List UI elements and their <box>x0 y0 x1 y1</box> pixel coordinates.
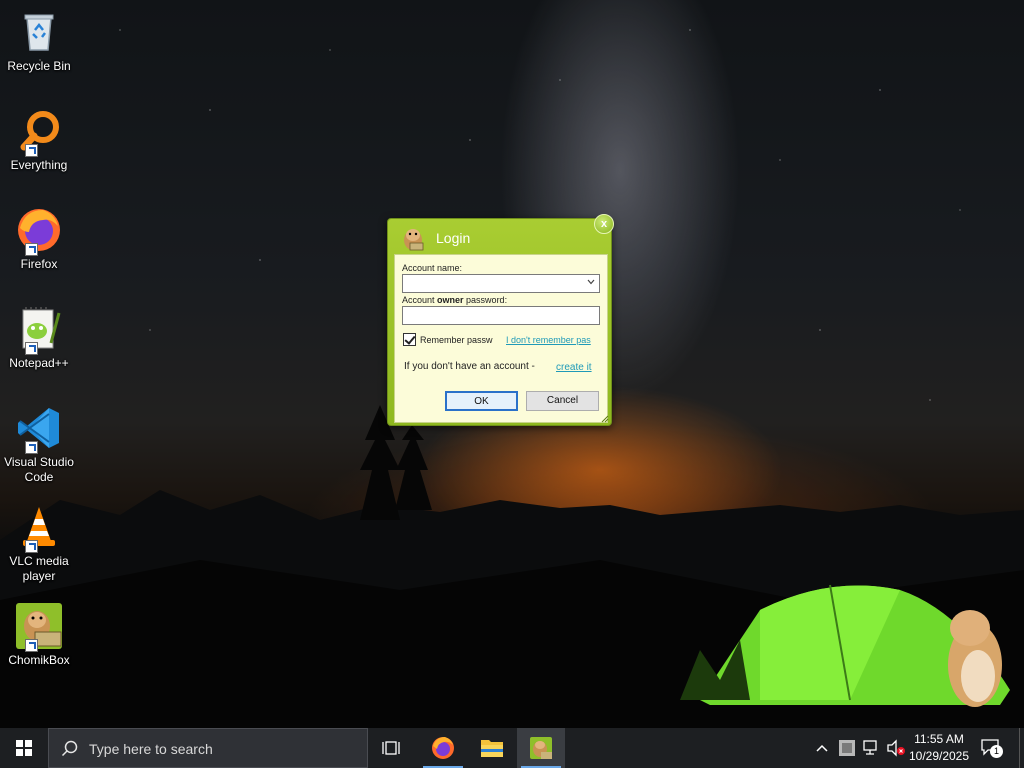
ok-button[interactable]: OK <box>445 391 518 411</box>
taskbar-firefox-button[interactable] <box>419 728 467 768</box>
desktop-icon-firefox[interactable]: Firefox <box>2 202 76 272</box>
shortcut-arrow-icon <box>25 540 38 553</box>
desktop-icon-label: VLC media player <box>9 554 69 583</box>
login-dialog: x Login Account name: Account owner pass… <box>387 214 614 426</box>
action-center-button[interactable]: 1 <box>980 738 1004 760</box>
shortcut-arrow-icon <box>25 342 38 355</box>
show-desktop-button[interactable] <box>1019 728 1024 768</box>
taskbar: Type here to search 11:55 AM 10/29/2025 … <box>0 728 1024 768</box>
account-name-combobox[interactable] <box>402 274 600 293</box>
firefox-icon <box>432 737 454 759</box>
everything-icon <box>15 107 63 157</box>
account-name-label: Account name: <box>402 263 463 273</box>
search-placeholder: Type here to search <box>89 741 213 757</box>
recycle-bin-icon <box>15 8 63 56</box>
chomikbox-hamster-icon <box>401 225 425 251</box>
resize-grip-icon[interactable] <box>601 415 609 423</box>
volume-muted-icon[interactable] <box>886 739 906 757</box>
dialog-close-button[interactable]: x <box>594 214 614 234</box>
task-view-icon <box>382 741 400 755</box>
no-account-text: If you don't have an account - <box>404 361 535 372</box>
desktop-icon-label: Notepad++ <box>9 356 69 370</box>
chevron-down-icon[interactable] <box>587 278 595 286</box>
shortcut-arrow-icon <box>25 441 38 454</box>
remember-password-checkbox[interactable] <box>403 333 416 346</box>
desktop-icon-vlc[interactable]: VLC media player <box>2 499 76 584</box>
firefox-icon <box>15 206 63 256</box>
password-field[interactable] <box>402 306 600 325</box>
shortcut-arrow-icon <box>25 243 38 256</box>
cancel-button[interactable]: Cancel <box>526 391 599 411</box>
create-account-link[interactable]: create it <box>556 362 592 373</box>
desktop-icon-label: Everything <box>10 158 68 172</box>
remember-password-label[interactable]: Remember passw <box>420 335 498 345</box>
chomikbox-icon <box>530 737 552 759</box>
desktop-icon-label: Firefox <box>20 257 58 271</box>
vscode-icon <box>15 404 63 454</box>
desktop-icon-label: Visual Studio Code <box>4 455 74 484</box>
desktop-icon-everything[interactable]: Everything <box>2 103 76 173</box>
tray-app-icon[interactable] <box>838 739 856 757</box>
password-label: Account owner password: <box>402 295 508 305</box>
windows-logo-icon <box>16 740 32 756</box>
start-button[interactable] <box>0 728 48 768</box>
taskbar-search-box[interactable]: Type here to search <box>48 728 368 768</box>
desktop-icon-notepad-plus-plus[interactable]: Notepad++ <box>2 301 76 371</box>
forgot-password-link[interactable]: I don't remember pas <box>506 335 603 345</box>
task-view-button[interactable] <box>368 728 416 768</box>
taskbar-file-explorer-button[interactable] <box>468 728 516 768</box>
desktop-icon-recycle-bin[interactable]: Recycle Bin <box>2 4 76 74</box>
taskbar-chomikbox-button[interactable] <box>517 728 565 768</box>
network-icon[interactable] <box>862 739 882 757</box>
desktop-icon-chomikbox[interactable]: ChomikBox <box>2 598 76 668</box>
desktop-icon-vscode[interactable]: Visual Studio Code <box>2 400 76 485</box>
notification-count-badge: 1 <box>990 745 1003 758</box>
notepad-plus-plus-icon <box>15 305 63 355</box>
clock-date[interactable]: 10/29/2025 <box>904 749 974 763</box>
desktop-icon-label: Recycle Bin <box>7 59 71 73</box>
shortcut-arrow-icon <box>25 639 38 652</box>
chomikbox-icon <box>15 602 63 652</box>
desktop-icon-label: ChomikBox <box>8 653 70 667</box>
folder-icon <box>481 740 503 757</box>
search-icon <box>61 740 78 757</box>
clock-time[interactable]: 11:55 AM <box>906 732 972 746</box>
shortcut-arrow-icon <box>25 144 38 157</box>
dialog-body: Account name: Account owner password: Re… <box>394 254 608 423</box>
chevron-up-icon[interactable] <box>814 740 830 756</box>
vlc-cone-icon <box>15 503 63 553</box>
dialog-title: Login <box>436 230 471 246</box>
